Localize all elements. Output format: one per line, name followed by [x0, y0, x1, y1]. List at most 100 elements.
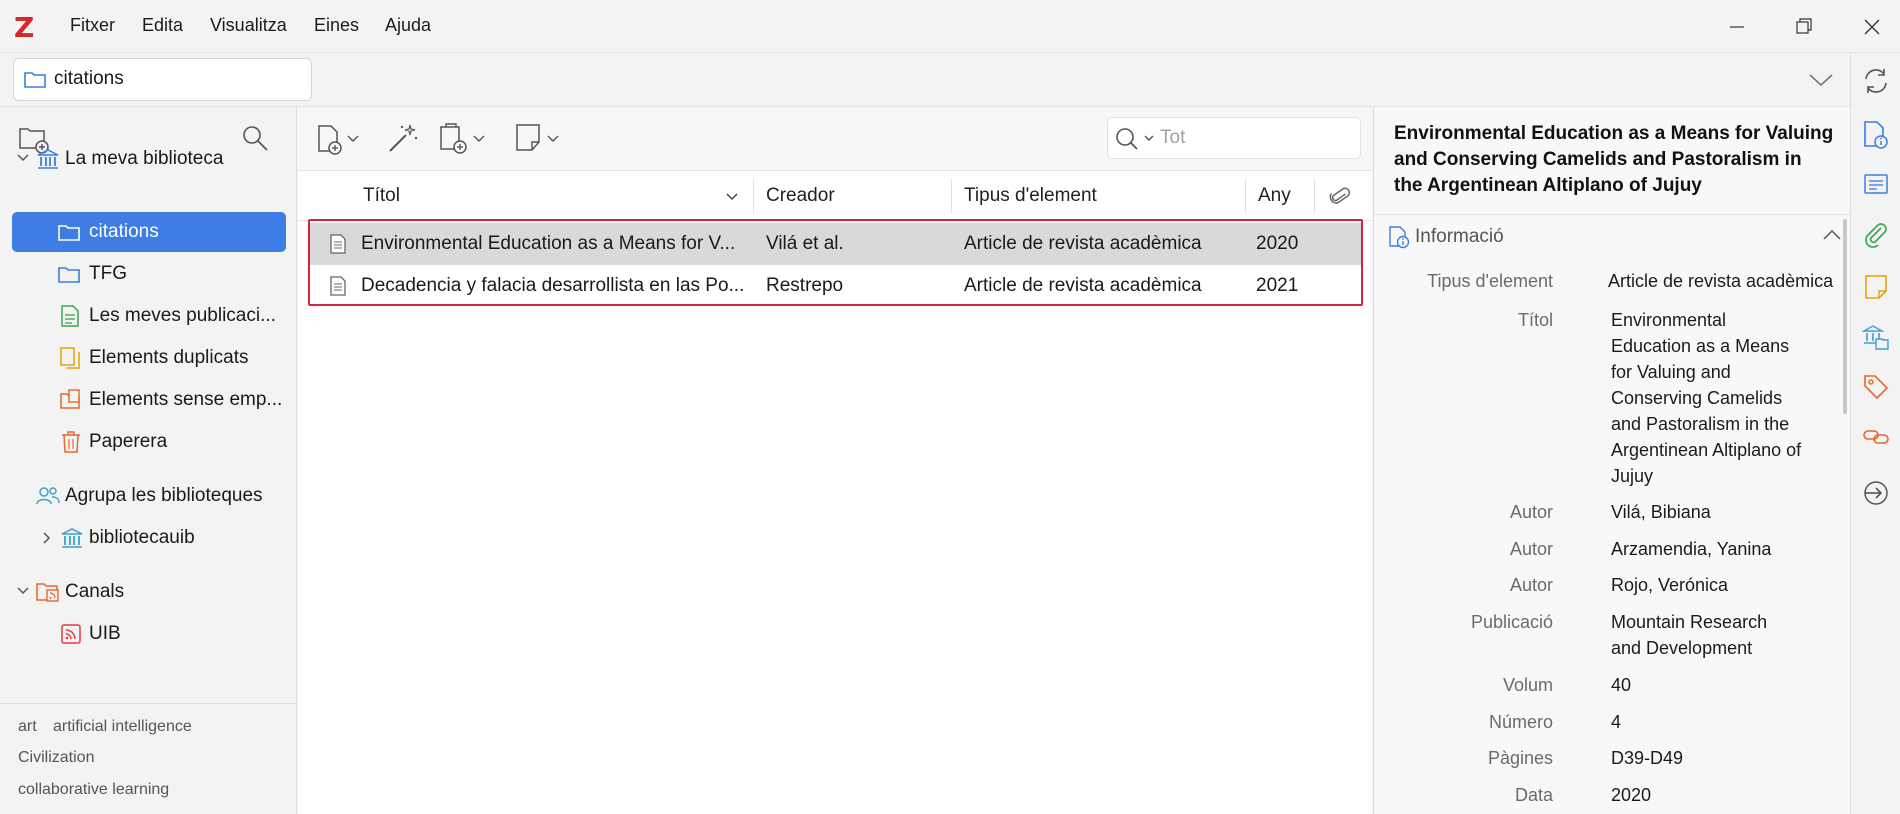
attachment-column-icon[interactable]: [1328, 185, 1352, 209]
zotero-logo: Z: [14, 11, 35, 44]
tree-feeds[interactable]: Canals: [0, 572, 297, 613]
chevron-right-icon[interactable]: [41, 531, 53, 545]
column-year[interactable]: Any: [1258, 185, 1291, 207]
info-icon[interactable]: [1862, 120, 1890, 149]
menu-eines[interactable]: Eines: [314, 15, 359, 36]
field-label: Pàgines: [1487, 748, 1553, 768]
info-icon: [1388, 225, 1410, 249]
tree-group-libraries[interactable]: Agrupa les biblioteques: [0, 476, 297, 517]
field-label: Número: [1488, 712, 1553, 732]
field-volume[interactable]: 40: [1611, 672, 1631, 698]
field-author[interactable]: Rojo, Verónica: [1611, 572, 1728, 598]
field-label: Autor: [1509, 575, 1553, 595]
restore-button[interactable]: [1789, 12, 1819, 42]
new-item-icon[interactable]: [316, 123, 364, 155]
side-navigation: [1850, 53, 1900, 814]
tag-selector: art artificial intelligence Civilization…: [0, 703, 297, 814]
column-creator[interactable]: Creador: [766, 185, 835, 207]
menu-fitxer[interactable]: Fitxer: [70, 15, 115, 36]
cell-title: Environmental Education as a Means for V…: [361, 233, 736, 254]
tree-label: Elements sense emp...: [89, 389, 283, 410]
cell-creator: Restrepo: [766, 275, 844, 296]
tree-item-tfg[interactable]: TFG: [0, 254, 297, 295]
title-bar: Z Fitxer Edita Visualitza Eines Ajuda: [0, 0, 1900, 53]
library-icon: [60, 527, 84, 549]
chevron-down-icon[interactable]: [16, 585, 30, 597]
field-label: Data: [1514, 785, 1553, 805]
tree-label: Agrupa les biblioteques: [65, 485, 263, 506]
close-button[interactable]: [1857, 12, 1887, 42]
field-number[interactable]: 4: [1611, 709, 1621, 735]
related-icon[interactable]: [1862, 423, 1890, 451]
column-separator[interactable]: [1245, 179, 1246, 213]
field-title[interactable]: Environmental Education as a Means for V…: [1611, 307, 1811, 489]
field-publication[interactable]: Mountain Research and Development: [1611, 609, 1791, 661]
trash-icon: [61, 430, 81, 454]
column-separator[interactable]: [1314, 179, 1315, 213]
chevron-down-icon[interactable]: [16, 152, 30, 164]
field-label: Autor: [1509, 502, 1553, 522]
chevron-down-icon[interactable]: [1807, 67, 1835, 93]
tag-item[interactable]: Civilization: [18, 749, 94, 767]
tree-my-library[interactable]: La meva biblioteca: [0, 139, 297, 180]
column-header: Títol Creador Tipus d'element Any: [298, 171, 1372, 221]
items-search[interactable]: [1107, 117, 1361, 159]
field-author[interactable]: Arzamendia, Yanina: [1611, 536, 1771, 562]
notes-icon[interactable]: [1862, 273, 1890, 301]
field-date[interactable]: 2020: [1611, 782, 1651, 808]
field-pages[interactable]: D39-D49: [1611, 745, 1683, 771]
item-title[interactable]: Environmental Education as a Means for V…: [1394, 121, 1834, 199]
search-input[interactable]: [1160, 126, 1350, 150]
tree-label: Les meves publicaci...: [89, 305, 276, 326]
search-icon[interactable]: [1114, 126, 1158, 152]
cell-title: Decadencia y falacia desarrollista en la…: [361, 275, 745, 296]
menu-ajuda[interactable]: Ajuda: [385, 15, 431, 36]
new-note-icon[interactable]: [514, 122, 564, 154]
tree-label: UIB: [89, 623, 121, 644]
menu-edita[interactable]: Edita: [142, 15, 183, 36]
field-item-type[interactable]: Article de revista acadèmica: [1608, 268, 1848, 294]
tag-item[interactable]: art: [18, 718, 37, 736]
table-row[interactable]: Environmental Education as a Means for V…: [310, 223, 1361, 265]
column-separator[interactable]: [951, 179, 952, 213]
items-pane: Títol Creador Tipus d'element Any Enviro…: [298, 107, 1372, 814]
abstract-icon[interactable]: [1862, 170, 1890, 198]
table-row[interactable]: Decadencia y falacia desarrollista en la…: [310, 265, 1361, 307]
details-scrollbar[interactable]: [1843, 219, 1847, 414]
library-icon: [36, 148, 60, 170]
tree-label: Elements duplicats: [89, 347, 249, 368]
items-toolbar: [298, 107, 1372, 171]
tree-item-duplicates[interactable]: Elements duplicats: [0, 338, 297, 379]
info-section-header[interactable]: Informació: [1374, 214, 1851, 254]
tree-item-bibliotecauib[interactable]: bibliotecauib: [0, 518, 297, 559]
tree-item-my-publications[interactable]: Les meves publicaci...: [0, 296, 297, 337]
cell-year: 2020: [1256, 233, 1299, 254]
add-attachment-icon[interactable]: [438, 121, 490, 155]
tag-item[interactable]: artificial intelligence: [53, 718, 192, 736]
sync-icon[interactable]: [1862, 67, 1890, 95]
field-author[interactable]: Vilá, Bibiana: [1611, 499, 1711, 525]
cell-year: 2021: [1256, 275, 1299, 296]
libraries-collections-icon[interactable]: [1862, 323, 1890, 351]
tag-item[interactable]: collaborative learning: [18, 781, 169, 799]
column-type[interactable]: Tipus d'element: [964, 185, 1097, 207]
magic-wand-icon[interactable]: [386, 121, 420, 155]
tree-item-uib-feed[interactable]: UIB: [0, 614, 297, 655]
column-separator[interactable]: [753, 179, 754, 213]
chevron-up-icon[interactable]: [1822, 228, 1842, 242]
minimize-button[interactable]: [1722, 12, 1752, 42]
tree-item-trash[interactable]: Paperera: [0, 422, 297, 463]
unfiled-icon: [59, 388, 83, 412]
column-title[interactable]: Títol: [363, 185, 400, 207]
menu-visualitza[interactable]: Visualitza: [210, 15, 287, 36]
section-title: Informació: [1415, 226, 1504, 247]
feed-icon: [60, 623, 82, 645]
journal-article-icon: [330, 234, 346, 254]
sort-chevron-icon[interactable]: [725, 191, 739, 203]
attachments-icon[interactable]: [1862, 221, 1890, 249]
tree-item-unfiled[interactable]: Elements sense emp...: [0, 380, 297, 421]
tab-citations[interactable]: citations: [13, 58, 312, 101]
tree-item-citations[interactable]: citations: [12, 212, 286, 252]
locate-icon[interactable]: [1862, 479, 1890, 507]
tags-icon[interactable]: [1862, 373, 1890, 401]
